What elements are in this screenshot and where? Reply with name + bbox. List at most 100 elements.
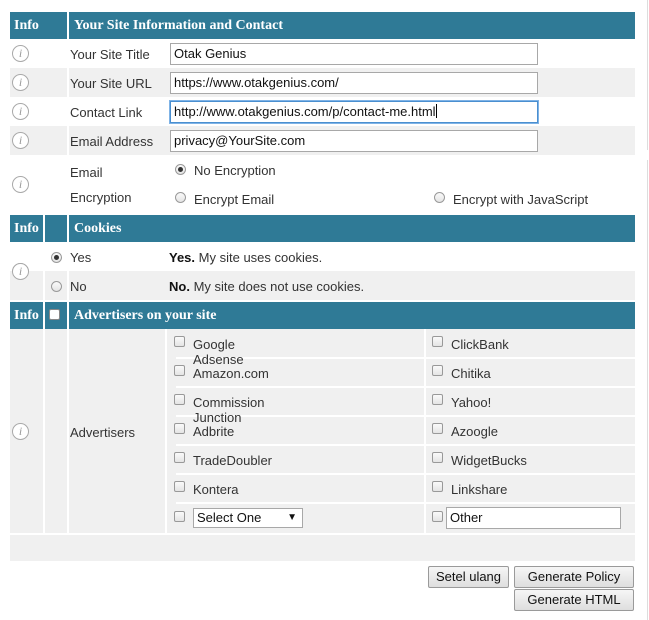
info-icon[interactable]: i (12, 103, 29, 120)
cookies-no-radio[interactable] (51, 281, 62, 292)
advertiser-label: TradeDoubler (193, 453, 273, 468)
advertiser-checkbox[interactable] (432, 481, 443, 492)
no-encryption-label: No Encryption (194, 163, 276, 178)
header-separator (67, 302, 69, 329)
cookies-yes-bold: Yes. (169, 250, 196, 265)
advertiser-select[interactable]: Select One ▼ (193, 508, 303, 528)
cookies-no-text: My site does not use cookies. (193, 279, 365, 294)
encrypt-javascript-label: Encrypt with JavaScript (453, 192, 589, 207)
header-info-label: Info (14, 18, 39, 33)
advertiser-checkbox[interactable] (432, 423, 443, 434)
advertiser-checkbox[interactable] (432, 452, 443, 463)
advertiser-label: Chitika (451, 366, 491, 381)
advertiser-checkbox[interactable] (432, 336, 443, 347)
column-divider (43, 329, 45, 533)
cookies-yes-description: Yes. My site uses cookies. (169, 250, 322, 265)
header-info-label: Info (14, 221, 39, 236)
generate-policy-button[interactable]: Generate Policy (514, 566, 634, 588)
cookies-yes-row: i Yes Yes. My site uses cookies. (10, 242, 635, 280)
advertiser-row-separator (176, 386, 635, 388)
advertiser-checkbox[interactable] (174, 452, 185, 463)
encrypt-javascript-radio[interactable] (434, 192, 445, 203)
info-icon[interactable]: i (12, 74, 29, 91)
info-icon[interactable]: i (12, 45, 29, 62)
cookies-yes-text: My site uses cookies. (198, 250, 323, 265)
cookies-header: Info Cookies (10, 215, 635, 242)
site-url-row: i Your Site URL https://www.otakgenius.c… (10, 68, 635, 97)
advertiser-label: Yahoo! (451, 395, 492, 410)
cookies-no-label: No (70, 279, 87, 294)
advertiser-row-separator (176, 444, 635, 446)
cookies-no-bold: No. (169, 279, 190, 294)
cookies-yes-label: Yes (70, 250, 92, 265)
text-caret (435, 104, 437, 118)
site-title-row: i Your Site Title Otak Genius (10, 39, 635, 68)
info-icon[interactable]: i (12, 176, 29, 193)
no-encryption-radio[interactable] (175, 164, 186, 175)
header-info-label: Info (14, 308, 39, 323)
advertiser-row-separator (176, 502, 635, 504)
email-label: Email Address (70, 134, 154, 149)
cookies-no-description: No. My site does not use cookies. (169, 279, 364, 294)
section-title: Your Site Information and Contact (74, 18, 283, 33)
advertiser-row-separator (176, 473, 635, 475)
advertiser-checkbox[interactable] (174, 423, 185, 434)
info-icon[interactable]: i (12, 132, 29, 149)
advertiser-checkbox[interactable] (174, 394, 185, 405)
other-advertiser-checkbox[interactable] (432, 511, 443, 522)
advertiser-checkbox[interactable] (432, 365, 443, 376)
advertiser-label: Commission Junction (193, 395, 265, 425)
reset-button[interactable]: Setel ulang (428, 566, 509, 588)
privacy-policy-generator-form: Info Your Site Information and Contact i… (0, 0, 649, 620)
header-separator (67, 215, 69, 242)
custom-advertiser-checkbox[interactable] (174, 511, 185, 522)
advertisers-footer-bar (10, 535, 635, 561)
advertiser-label: Kontera (193, 482, 239, 497)
info-icon[interactable]: i (12, 423, 29, 440)
encrypt-email-label: Encrypt Email (194, 192, 275, 207)
advertiser-select-value: Select One (197, 510, 262, 525)
column-divider (67, 126, 69, 155)
advertiser-label: Adbrite (193, 424, 235, 439)
advertiser-checkbox[interactable] (174, 481, 185, 492)
site-title-input[interactable]: Otak Genius (170, 43, 538, 65)
select-all-advertisers-checkbox[interactable] (49, 309, 60, 320)
email-row: i Email Address privacy@YourSite.com (10, 126, 635, 155)
section-title: Cookies (74, 221, 122, 236)
advertiser-checkbox[interactable] (174, 365, 185, 376)
advertiser-label: WidgetBucks (451, 453, 527, 468)
advertiser-checkbox[interactable] (432, 394, 443, 405)
advertiser-label: Google Adsense (193, 337, 244, 367)
cookies-no-row: No No. My site does not use cookies. (10, 271, 635, 300)
contact-link-input[interactable]: http://www.otakgenius.com/p/contact-me.h… (170, 101, 538, 123)
header-separator (43, 302, 45, 329)
contact-link-value: http://www.otakgenius.com/p/contact-me.h… (174, 104, 436, 119)
right-edge-divider (647, 0, 648, 150)
info-icon[interactable]: i (12, 263, 29, 280)
advertisers-label: Advertisers (70, 425, 136, 440)
advertiser-label: Linkshare (451, 482, 508, 497)
column-divider (165, 329, 167, 533)
other-advertiser-input[interactable]: Other (446, 507, 621, 529)
column-divider (67, 329, 69, 533)
header-separator (43, 215, 45, 242)
advertiser-label: Azoogle (451, 424, 498, 439)
email-encryption-row: i Email Encryption No Encryption Encrypt… (10, 155, 635, 213)
site-url-input[interactable]: https://www.otakgenius.com/ (170, 72, 538, 94)
generate-html-button[interactable]: Generate HTML (514, 589, 634, 611)
header-separator (67, 12, 69, 39)
column-divider (43, 271, 45, 300)
contact-link-row: i Contact Link http://www.otakgenius.com… (10, 97, 635, 126)
contact-link-label: Contact Link (70, 105, 143, 120)
email-input[interactable]: privacy@YourSite.com (170, 130, 538, 152)
chevron-down-icon: ▼ (287, 512, 297, 523)
section-title: Advertisers on your site (74, 308, 217, 323)
column-divider (67, 68, 69, 97)
encrypt-email-radio[interactable] (175, 192, 186, 203)
advertiser-checkbox[interactable] (174, 336, 185, 347)
advertisers-header: Info Advertisers on your site (10, 302, 635, 329)
site-url-label: Your Site URL (70, 76, 152, 91)
site-title-label: Your Site Title (70, 47, 150, 62)
encryption-label-line2: Encryption (70, 190, 132, 205)
cookies-yes-radio[interactable] (51, 252, 62, 263)
